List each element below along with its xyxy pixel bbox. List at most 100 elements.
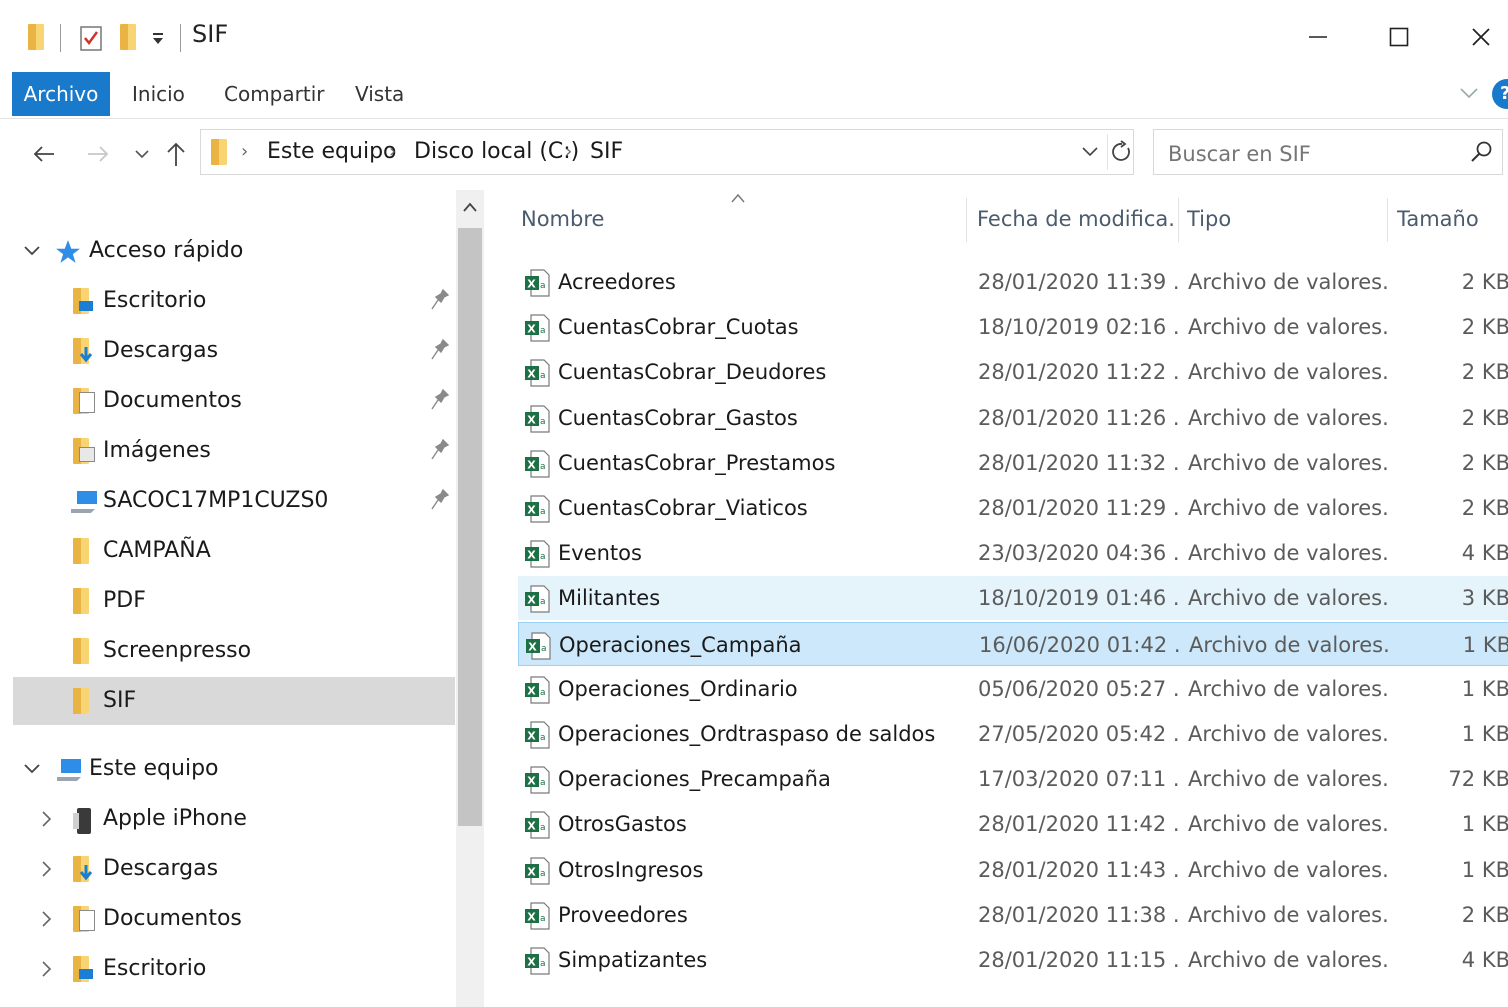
sidebar-item-escritorio-pc[interactable]: Escritorio bbox=[13, 945, 455, 993]
file-row[interactable]: Xa CuentasCobrar_Gastos 28/01/2020 11:26 .… bbox=[518, 396, 1508, 440]
column-header-tipo[interactable]: Tipo bbox=[1187, 190, 1387, 248]
sidebar-item-sacoc17mp1cuzs0[interactable]: SACOC17MP1CUZS0 bbox=[13, 477, 455, 525]
column-divider[interactable] bbox=[966, 198, 967, 242]
sidebar-item-apple-iphone[interactable]: Apple iPhone bbox=[13, 795, 455, 843]
file-date-modified: 28/01/2020 11:38 ... bbox=[978, 902, 1178, 927]
file-row[interactable]: Xa OtrosGastos 28/01/2020 11:42 ... Archivo… bbox=[518, 802, 1508, 846]
chevron-right-icon[interactable] bbox=[39, 895, 53, 947]
svg-text:X: X bbox=[527, 684, 536, 697]
file-row[interactable]: Xa CuentasCobrar_Cuotas 18/10/2019 02:16 .… bbox=[518, 305, 1508, 349]
sidebar-item-este-equipo[interactable]: Este equipo bbox=[13, 745, 455, 793]
customize-toolbar-icon[interactable] bbox=[146, 22, 170, 54]
chevron-right-icon[interactable] bbox=[39, 945, 53, 997]
sidebar-item-documentos-pc[interactable]: Documentos bbox=[13, 895, 455, 943]
file-row[interactable]: Xa CuentasCobrar_Viaticos 28/01/2020 11:29… bbox=[518, 486, 1508, 530]
chevron-up-icon[interactable] bbox=[462, 200, 478, 214]
sidebar-item-campana[interactable]: CAMPAÑA bbox=[13, 527, 455, 575]
expand-ribbon-button[interactable] bbox=[1458, 82, 1480, 108]
svg-text:X: X bbox=[527, 458, 536, 471]
file-row[interactable]: Xa CuentasCobrar_Prestamos 28/01/2020 11:3… bbox=[518, 441, 1508, 485]
excel-csv-file-icon: Xa bbox=[524, 766, 550, 794]
pin-icon[interactable] bbox=[431, 338, 451, 363]
file-row[interactable]: Xa Acreedores 28/01/2020 11:39 ... Archivo … bbox=[518, 260, 1508, 304]
file-type: Archivo de valores... bbox=[1188, 767, 1388, 792]
chevron-down-icon[interactable] bbox=[23, 227, 41, 279]
address-bar[interactable]: › Este equipo › Disco local (C:) › SIF bbox=[200, 129, 1134, 175]
file-row[interactable]: Xa Eventos 23/03/2020 04:36 ... Archivo de … bbox=[518, 531, 1508, 575]
svg-text:X: X bbox=[527, 910, 536, 923]
scrollbar-thumb[interactable] bbox=[458, 228, 482, 826]
svg-text:a: a bbox=[540, 281, 546, 291]
file-size: 2 KB bbox=[1461, 450, 1508, 475]
svg-text:a: a bbox=[540, 733, 546, 743]
breadcrumb-este-equipo[interactable]: Este equipo bbox=[267, 130, 397, 174]
refresh-button[interactable] bbox=[1111, 140, 1133, 168]
sidebar-item-escritorio[interactable]: Escritorio bbox=[13, 277, 455, 325]
excel-csv-file-icon: Xa bbox=[524, 676, 550, 704]
tab-compartir[interactable]: Compartir bbox=[224, 72, 324, 116]
chevron-down-icon[interactable] bbox=[23, 745, 41, 797]
pin-icon[interactable] bbox=[431, 388, 451, 413]
address-dropdown-button[interactable] bbox=[1081, 142, 1099, 164]
search-input[interactable] bbox=[1166, 138, 1460, 170]
new-folder-icon[interactable] bbox=[114, 22, 142, 54]
svg-text:a: a bbox=[540, 371, 546, 381]
tab-archivo[interactable]: Archivo bbox=[12, 72, 110, 116]
properties-icon[interactable] bbox=[76, 22, 106, 54]
network-computer-icon bbox=[69, 489, 97, 513]
desktop-folder-icon bbox=[71, 288, 95, 314]
file-date-modified: 28/01/2020 11:43 ... bbox=[978, 857, 1178, 882]
breadcrumb-disco-local[interactable]: Disco local (C:) bbox=[414, 130, 579, 174]
excel-csv-file-icon: Xa bbox=[524, 314, 550, 342]
forward-button[interactable] bbox=[78, 134, 118, 174]
column-header-fecha[interactable]: Fecha de modifica... bbox=[977, 190, 1177, 248]
file-row[interactable]: Xa Operaciones_Campaña 16/06/2020 01:42 ..… bbox=[518, 621, 1508, 666]
pin-icon[interactable] bbox=[431, 288, 451, 313]
sidebar-item-descargas-pc[interactable]: Descargas bbox=[13, 845, 455, 893]
file-row[interactable]: Xa Simpatizantes 28/01/2020 11:15 ... Archi… bbox=[518, 938, 1508, 982]
minimize-button[interactable] bbox=[1290, 14, 1346, 60]
sidebar-item-descargas[interactable]: Descargas bbox=[13, 327, 455, 375]
breadcrumb-sif[interactable]: SIF bbox=[590, 130, 623, 174]
file-row[interactable]: Xa CuentasCobrar_Deudores 28/01/2020 11:22… bbox=[518, 350, 1508, 394]
svg-text:a: a bbox=[540, 597, 546, 607]
sidebar-item-documentos[interactable]: Documentos bbox=[13, 377, 455, 425]
sidebar-item-label: PDF bbox=[103, 588, 146, 613]
folder-icon bbox=[71, 638, 95, 664]
sidebar-item-label: Documentos bbox=[103, 388, 242, 413]
back-button[interactable] bbox=[24, 134, 64, 174]
column-header-tamano[interactable]: Tamaño bbox=[1397, 190, 1507, 248]
file-row[interactable]: Xa OtrosIngresos 28/01/2020 11:43 ... Archi… bbox=[518, 848, 1508, 892]
column-divider[interactable] bbox=[1387, 198, 1388, 242]
sidebar-item-screenpresso[interactable]: Screenpresso bbox=[13, 627, 455, 675]
chevron-right-icon[interactable] bbox=[39, 795, 53, 847]
up-button[interactable] bbox=[156, 134, 196, 174]
close-button[interactable] bbox=[1453, 14, 1508, 60]
help-icon[interactable]: ? bbox=[1492, 79, 1508, 109]
sidebar-item-sif[interactable]: SIF bbox=[13, 677, 455, 725]
svg-text:a: a bbox=[540, 869, 546, 879]
tab-inicio[interactable]: Inicio bbox=[132, 72, 185, 116]
file-row[interactable]: Xa Proveedores 28/01/2020 11:38 ... Archivo… bbox=[518, 893, 1508, 937]
sidebar-item-label: Descargas bbox=[103, 338, 219, 363]
tab-vista[interactable]: Vista bbox=[355, 72, 404, 116]
sidebar-item-label: Este equipo bbox=[89, 756, 219, 781]
maximize-button[interactable] bbox=[1371, 14, 1427, 60]
file-date-modified: 28/01/2020 11:29 ... bbox=[978, 496, 1178, 520]
excel-csv-file-icon: Xa bbox=[524, 585, 550, 613]
sidebar-item-acceso-rapido[interactable]: Acceso rápido bbox=[13, 227, 455, 275]
column-divider[interactable] bbox=[1178, 198, 1179, 242]
file-date-modified: 17/03/2020 07:11 ... bbox=[978, 767, 1178, 792]
chevron-right-icon[interactable] bbox=[39, 845, 53, 897]
file-row[interactable]: Xa Operaciones_Precampaña 17/03/2020 07:11… bbox=[518, 757, 1508, 801]
file-row[interactable]: Xa Operaciones_Ordtraspaso de saldos 27/05… bbox=[518, 712, 1508, 756]
sidebar-item-pdf[interactable]: PDF bbox=[13, 577, 455, 625]
file-row[interactable]: Xa Militantes 18/10/2019 01:46 ... Archivo … bbox=[518, 576, 1508, 621]
file-name: Operaciones_Campaña bbox=[559, 632, 802, 657]
breadcrumb-separator: › bbox=[565, 141, 573, 162]
search-icon[interactable] bbox=[1470, 140, 1494, 168]
pin-icon[interactable] bbox=[431, 438, 451, 463]
pin-icon[interactable] bbox=[431, 488, 451, 513]
file-row[interactable]: Xa Operaciones_Ordinario 05/06/2020 05:27 … bbox=[518, 667, 1508, 711]
sidebar-item-imagenes[interactable]: Imágenes bbox=[13, 427, 455, 475]
